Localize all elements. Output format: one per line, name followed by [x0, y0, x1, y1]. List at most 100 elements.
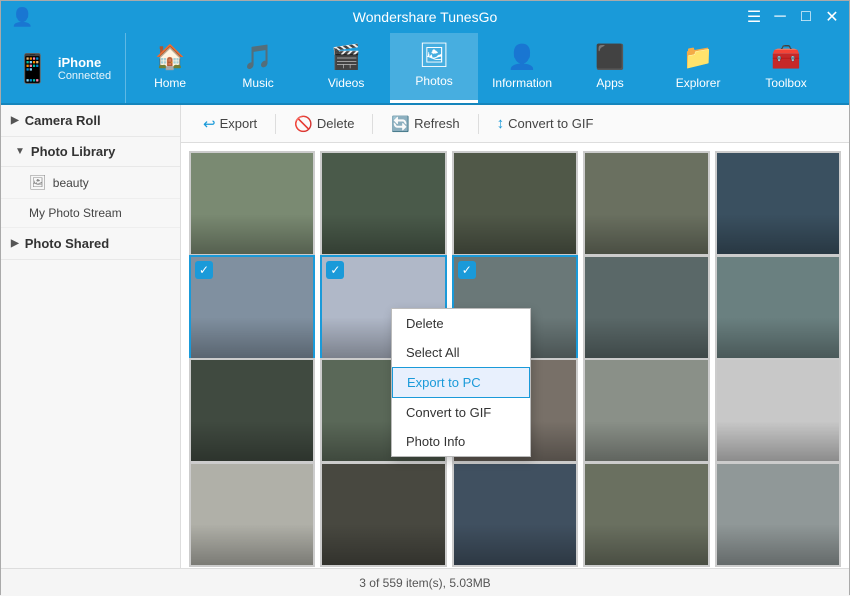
table-row[interactable]: ✓ — [715, 462, 841, 567]
table-row[interactable]: ✓ — [715, 255, 841, 360]
table-row[interactable]: ✓ — [583, 462, 709, 567]
window-controls: ☰ ─ □ ✕ — [745, 7, 841, 27]
photo-thumbnail — [454, 464, 576, 565]
nav-item-photos[interactable]: 🖼 Photos — [390, 33, 478, 103]
camera-roll-arrow: ▶ — [11, 115, 19, 126]
table-row[interactable]: ✓ — [320, 151, 446, 256]
minimize-icon[interactable]: ─ — [771, 8, 789, 26]
sidebar-item-beauty[interactable]: 🖼 beauty — [1, 167, 180, 199]
videos-icon: 🎬 — [331, 43, 361, 72]
context-menu: Delete Select All Export to PC Convert t… — [391, 308, 531, 457]
photo-library-children: 🖼 beauty My Photo Stream — [1, 167, 180, 228]
photo-thumbnail — [717, 360, 839, 461]
content-area: ↩ Export 🚫 Delete 🔄 Refresh ↕ Convert to… — [181, 105, 849, 568]
main-layout: ▶ Camera Roll ▼ Photo Library 🖼 beauty M… — [1, 105, 849, 568]
table-row[interactable]: ✓ — [189, 358, 315, 463]
ctx-convert-gif[interactable]: Convert to GIF — [392, 398, 530, 427]
export-label: Export — [220, 116, 258, 131]
title-bar: 👤 Wondershare TunesGo ☰ ─ □ ✕ — [1, 1, 849, 33]
photo-thumbnail — [322, 153, 444, 254]
sidebar-item-camera-roll[interactable]: ▶ Camera Roll — [1, 105, 180, 137]
refresh-icon: 🔄 — [391, 115, 410, 133]
table-row[interactable]: ✓ — [320, 462, 446, 567]
toolbar: ↩ Export 🚫 Delete 🔄 Refresh ↕ Convert to… — [181, 105, 849, 143]
photo-grid: ✓ ✓ ✓ ✓ — [181, 143, 849, 568]
delete-button[interactable]: 🚫 Delete — [284, 111, 364, 137]
photo-library-arrow: ▼ — [15, 146, 25, 157]
table-row[interactable]: ✓ — [452, 462, 578, 567]
sidebar: ▶ Camera Roll ▼ Photo Library 🖼 beauty M… — [1, 105, 181, 568]
sidebar-item-photo-library[interactable]: ▼ Photo Library — [1, 137, 180, 167]
close-icon[interactable]: ✕ — [823, 7, 841, 27]
device-icon: 📱 — [15, 52, 50, 85]
photo-shared-arrow: ▶ — [11, 238, 19, 249]
camera-roll-label: Camera Roll — [25, 113, 101, 128]
ctx-photo-info[interactable]: Photo Info — [392, 427, 530, 456]
photo-thumbnail — [191, 360, 313, 461]
photo-thumbnail — [191, 464, 313, 565]
toolbar-sep-3 — [478, 114, 479, 134]
nav-item-explorer[interactable]: 📁 Explorer — [654, 33, 742, 103]
nav-item-home[interactable]: 🏠 Home — [126, 33, 214, 103]
photo-checkbox: ✓ — [458, 261, 476, 279]
photo-thumbnail — [585, 464, 707, 565]
photo-thumbnail — [585, 360, 707, 461]
table-row[interactable]: ✓ — [583, 358, 709, 463]
nav-label-explorer: Explorer — [676, 76, 721, 90]
photo-thumbnail — [585, 153, 707, 254]
table-row[interactable]: ✓ — [189, 151, 315, 256]
nav-label-music: Music — [242, 76, 273, 90]
convert-label: Convert to GIF — [508, 116, 593, 131]
table-row[interactable]: ✓ — [583, 151, 709, 256]
sidebar-item-photo-shared[interactable]: ▶ Photo Shared — [1, 228, 180, 260]
photo-thumbnail — [717, 153, 839, 254]
table-row[interactable]: ✓ — [715, 358, 841, 463]
apps-icon: ⬛ — [595, 43, 625, 72]
app-title: Wondershare TunesGo — [353, 9, 498, 25]
table-row[interactable]: ✓ — [583, 255, 709, 360]
photo-shared-label: Photo Shared — [25, 236, 110, 251]
table-row[interactable]: ✓ — [189, 255, 315, 360]
nav-label-videos: Videos — [328, 76, 364, 90]
export-icon: ↩ — [203, 115, 216, 133]
device-text: iPhone Connected — [58, 55, 111, 82]
nav-label-toolbox: Toolbox — [765, 76, 806, 90]
nav-label-apps: Apps — [596, 76, 623, 90]
beauty-icon: 🖼 — [29, 174, 47, 191]
ctx-select-all[interactable]: Select All — [392, 338, 530, 367]
nav-item-videos[interactable]: 🎬 Videos — [302, 33, 390, 103]
device-status: Connected — [58, 70, 111, 82]
sidebar-item-my-photo-stream[interactable]: My Photo Stream — [1, 199, 180, 228]
table-row[interactable]: ✓ — [189, 462, 315, 567]
device-info: 📱 iPhone Connected — [1, 33, 126, 103]
beauty-label: beauty — [53, 176, 89, 190]
nav-item-apps[interactable]: ⬛ Apps — [566, 33, 654, 103]
maximize-icon[interactable]: □ — [797, 8, 815, 26]
export-button[interactable]: ↩ Export — [193, 111, 267, 137]
music-icon: 🎵 — [243, 43, 273, 72]
menu-icon[interactable]: ☰ — [745, 7, 763, 27]
photo-thumbnail — [585, 257, 707, 358]
information-icon: 👤 — [507, 43, 537, 72]
delete-label: Delete — [317, 116, 355, 131]
nav-item-music[interactable]: 🎵 Music — [214, 33, 302, 103]
nav-label-home: Home — [154, 76, 186, 90]
nav-label-photos: Photos — [415, 74, 452, 88]
table-row[interactable]: ✓ — [715, 151, 841, 256]
photo-checkbox: ✓ — [195, 261, 213, 279]
refresh-button[interactable]: 🔄 Refresh — [381, 111, 469, 137]
nav-bar: 📱 iPhone Connected 🏠 Home 🎵 Music 🎬 Vide… — [1, 33, 849, 105]
refresh-label: Refresh — [414, 116, 460, 131]
photos-icon: 🖼 — [419, 41, 449, 70]
nav-item-information[interactable]: 👤 Information — [478, 33, 566, 103]
convert-button[interactable]: ↕ Convert to GIF — [487, 111, 604, 136]
delete-icon: 🚫 — [294, 115, 313, 133]
ctx-export-to-pc[interactable]: Export to PC — [392, 367, 530, 398]
toolbox-icon: 🧰 — [771, 43, 801, 72]
photo-checkbox: ✓ — [326, 261, 344, 279]
table-row[interactable]: ✓ — [452, 151, 578, 256]
nav-item-toolbox[interactable]: 🧰 Toolbox — [742, 33, 830, 103]
photo-thumbnail — [322, 464, 444, 565]
status-text: 3 of 559 item(s), 5.03MB — [359, 576, 490, 590]
ctx-delete[interactable]: Delete — [392, 309, 530, 338]
